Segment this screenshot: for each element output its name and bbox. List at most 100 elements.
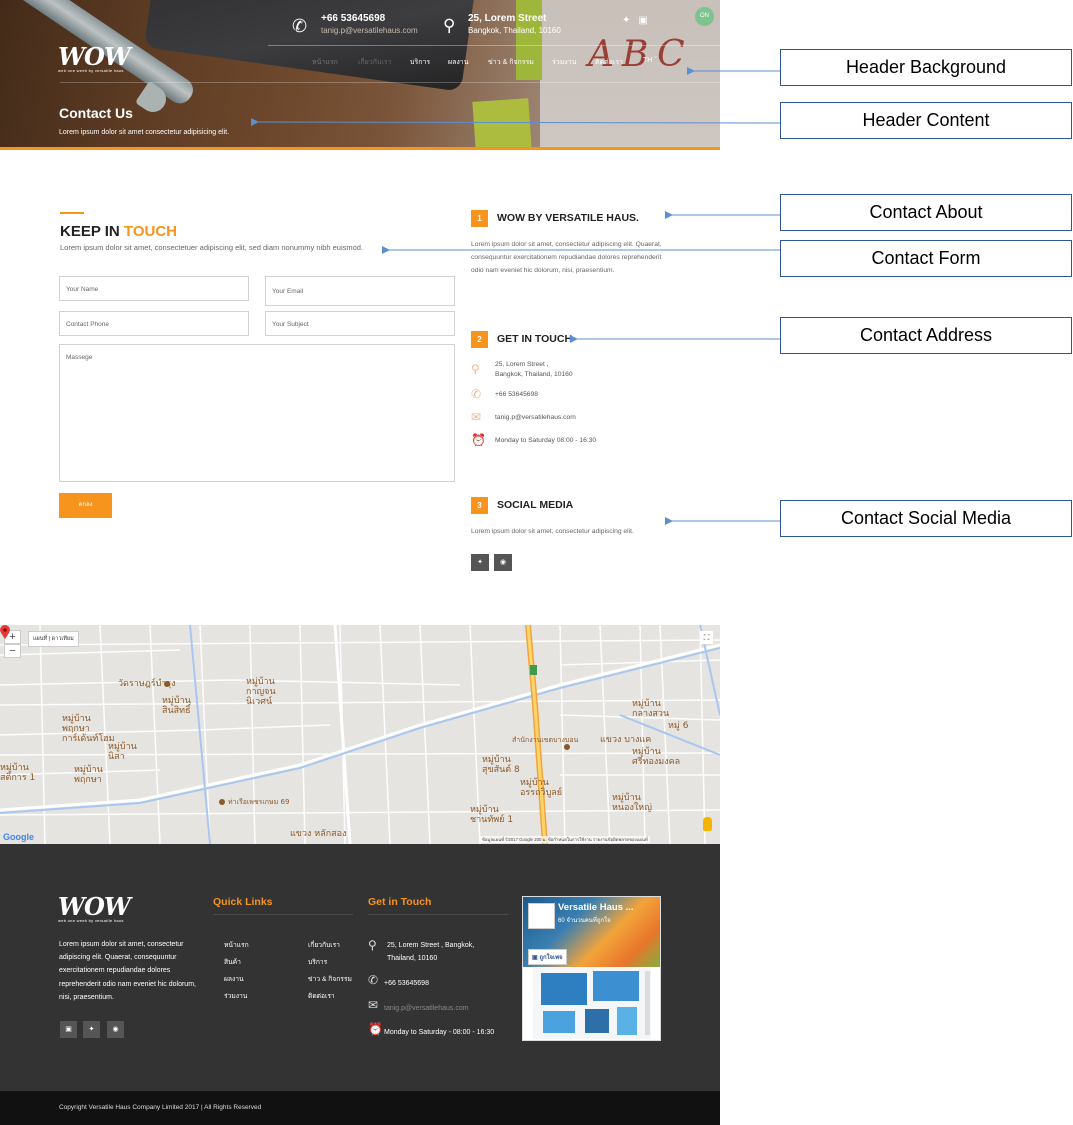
footer-link-products[interactable]: สินค้า (224, 956, 241, 967)
header-phone: +66 53645698 (321, 13, 386, 24)
twitter-icon[interactable]: ✦ (471, 554, 489, 571)
annotation-contact-about: Contact About (780, 194, 1072, 231)
map-label: หมู่บ้าน พฤกษา การ์เด้นท์โฮม (62, 714, 115, 744)
step-badge: 1 (471, 210, 488, 227)
fb-post-devices (541, 971, 650, 1035)
about-text: Lorem ipsum dolor sit amet, consectetur … (471, 241, 662, 275)
map-label: หมู่บ้าน อรรถวิบูลย์ (520, 778, 563, 798)
annotation-header-content: Header Content (780, 102, 1072, 139)
fullscreen-icon[interactable]: ⛶ (700, 631, 713, 644)
contact-address: 25, Lorem Street , Bangkok, Thailand, 101… (495, 361, 573, 378)
mail-icon: ✉ (368, 998, 379, 1012)
chevron-down-icon: ˇ (654, 57, 657, 64)
annotation-header-background: Header Background (780, 49, 1072, 86)
nav-item-news[interactable]: ข่าว & กิจกรรม (488, 57, 534, 68)
annotation-contact-social: Contact Social Media (780, 500, 1072, 537)
footer-email[interactable]: tanig.p@versatilehaus.com (384, 1002, 469, 1015)
map-label: หมู่ 6 (668, 721, 689, 731)
contact-phone: +66 53645698 (495, 391, 538, 398)
instagram-icon[interactable]: ▣ (638, 15, 647, 26)
phone-field[interactable]: Contact Phone (59, 311, 249, 336)
subject-field[interactable]: Your Subject (265, 311, 455, 336)
footer-link-services[interactable]: บริการ (308, 956, 327, 967)
page: ABC ✆ +66 53645698 tanig.p@versatilehaus… (0, 0, 1073, 1125)
nav-item-about[interactable]: เกี่ยวกับเรา (358, 57, 391, 68)
page-header: ABC ✆ +66 53645698 tanig.p@versatilehaus… (0, 0, 720, 150)
header-email[interactable]: tanig.p@versatilehaus.com (321, 26, 418, 35)
header-accent-bar (0, 147, 720, 150)
twitter-icon[interactable]: ✦ (83, 1021, 100, 1038)
instagram-icon[interactable]: ▣ (60, 1021, 77, 1038)
nav-item-careers[interactable]: ร่วมงาน (552, 57, 576, 68)
nav-item-home[interactable]: หน้าแรก (312, 57, 338, 68)
nav-item-contact[interactable]: ติดต่อเรา (595, 57, 623, 68)
nav-item-portfolio[interactable]: ผลงาน (448, 57, 469, 68)
footer-link-portfolio[interactable]: ผลงาน (224, 973, 244, 984)
map-label: แขวง หลักสอง (290, 829, 347, 839)
phone-icon: ✆ (368, 973, 379, 987)
fb-page-name[interactable]: Versatile Haus ... (558, 902, 634, 913)
fb-page-logo[interactable] (528, 903, 555, 929)
zoom-out-button[interactable]: − (4, 644, 21, 658)
footer-link-careers[interactable]: ร่วมงาน (224, 990, 247, 1001)
section-accent-rule (60, 212, 84, 214)
nav-language-select[interactable]: TH ˇ (643, 57, 657, 64)
nav-item-services[interactable]: บริการ (410, 57, 430, 68)
map-type-toggle[interactable]: แผนที่ | ดาวเทียม (28, 631, 79, 647)
footer-logo[interactable]: WOW web one week by versatile haus (58, 895, 131, 924)
map-label: หมู่บ้าน กาญจน นิเวศน์ (246, 677, 276, 707)
copyright-text: Copyright Versatile Haus Company Limited… (59, 1104, 262, 1111)
header-address: 25, Lorem Street (468, 13, 547, 24)
phone-icon: ✆ (471, 387, 482, 401)
facebook-icon: ▣ (532, 955, 538, 961)
footer-link-contact[interactable]: ติดต่อเรา (308, 990, 335, 1001)
footer-link-about[interactable]: เกี่ยวกับเรา (308, 939, 340, 950)
clock-icon: ⏰ (368, 1022, 383, 1036)
footer-link-home[interactable]: หน้าแรก (224, 939, 249, 950)
map-label: หมู่บ้าน ชานทัพย์ 1 (470, 805, 514, 825)
language-toggle[interactable]: ON (695, 7, 714, 26)
header-divider (268, 45, 720, 46)
location-pin-icon: ⚲ (443, 16, 456, 35)
name-field[interactable]: Your Name (59, 276, 249, 301)
map-label: ท่าเรือเพชรเกษม 69 (228, 798, 290, 806)
map-label: วัดราษฎร์บำรุง (118, 679, 176, 689)
header-divider (60, 82, 720, 83)
mail-icon: ✉ (471, 410, 482, 424)
footer-hours: Monday to Saturday - 08:00 - 16:30 (384, 1029, 495, 1036)
footer-link-news[interactable]: ข่าว & กิจกรรม (308, 973, 352, 984)
google-logo: Google (3, 832, 34, 842)
fb-like-button[interactable]: ▣ ถูกใจเพจ (528, 949, 567, 965)
email-field[interactable]: Your Email (265, 276, 455, 306)
map-attribution[interactable]: ข้อมูลแผนที่ ©2017 Google 200 ม. ข้อกำหน… (480, 836, 650, 843)
footer-phone: +66 53645698 (384, 980, 429, 987)
social-text: Lorem ipsum dolor sit amet, consectetur … (471, 528, 634, 535)
location-map[interactable]: วัดราษฎร์บำรุง หมู่บ้าน กาญจน นิเวศน์ หม… (0, 625, 720, 844)
phone-icon: ✆ (292, 16, 308, 36)
page-title: Contact Us (59, 105, 133, 121)
get-in-touch-title: GET IN TOUCH (497, 333, 573, 345)
contact-form-title: KEEP IN TOUCH (60, 223, 177, 240)
location-pin-icon: ⚲ (471, 362, 480, 376)
map-label: หมู่บ้าน สุขสันต์ 8 (482, 755, 520, 775)
message-field[interactable]: Massege (59, 344, 455, 482)
twitter-icon[interactable]: ✦ (622, 15, 630, 26)
fb-like-count: 60 จำนวนคนที่ถูกใจ (558, 918, 611, 924)
fb-post-image (533, 967, 651, 1039)
facebook-page-widget[interactable]: Versatile Haus ... 60 จำนวนคนที่ถูกใจ ▣ … (522, 896, 661, 1041)
line-icon[interactable]: ◉ (494, 554, 512, 571)
line-icon[interactable]: ◉ (107, 1021, 124, 1038)
step-badge: 2 (471, 331, 488, 348)
quick-links-title: Quick Links (213, 896, 273, 908)
map-label: หมู่บ้าน หนองใหญ่ (612, 793, 652, 813)
street-view-pegman-icon[interactable] (703, 817, 712, 831)
header-social: ✦ ▣ (622, 15, 656, 26)
map-label: หมู่บ้าน สินสิทธิ์ (162, 696, 191, 716)
submit-button[interactable]: ตกลง (59, 493, 112, 518)
footer-divider (368, 914, 508, 915)
site-logo[interactable]: WOW web one week by versatile haus (58, 45, 131, 74)
map-marker-icon[interactable] (0, 625, 10, 639)
page-subtitle: Lorem ipsum dolor sit amet consectetur a… (59, 129, 230, 136)
contact-email[interactable]: tanig.p@versatilehaus.com (495, 413, 576, 423)
clock-icon: ⏰ (471, 433, 486, 447)
